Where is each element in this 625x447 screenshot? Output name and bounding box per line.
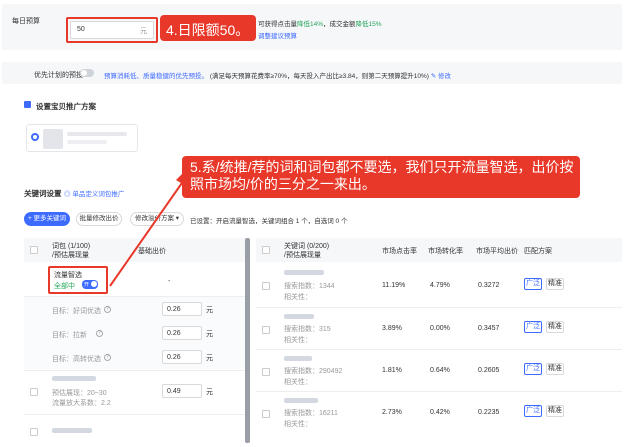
callout-5-arrow-line — [109, 179, 185, 287]
callout-5-arrow — [109, 172, 186, 287]
